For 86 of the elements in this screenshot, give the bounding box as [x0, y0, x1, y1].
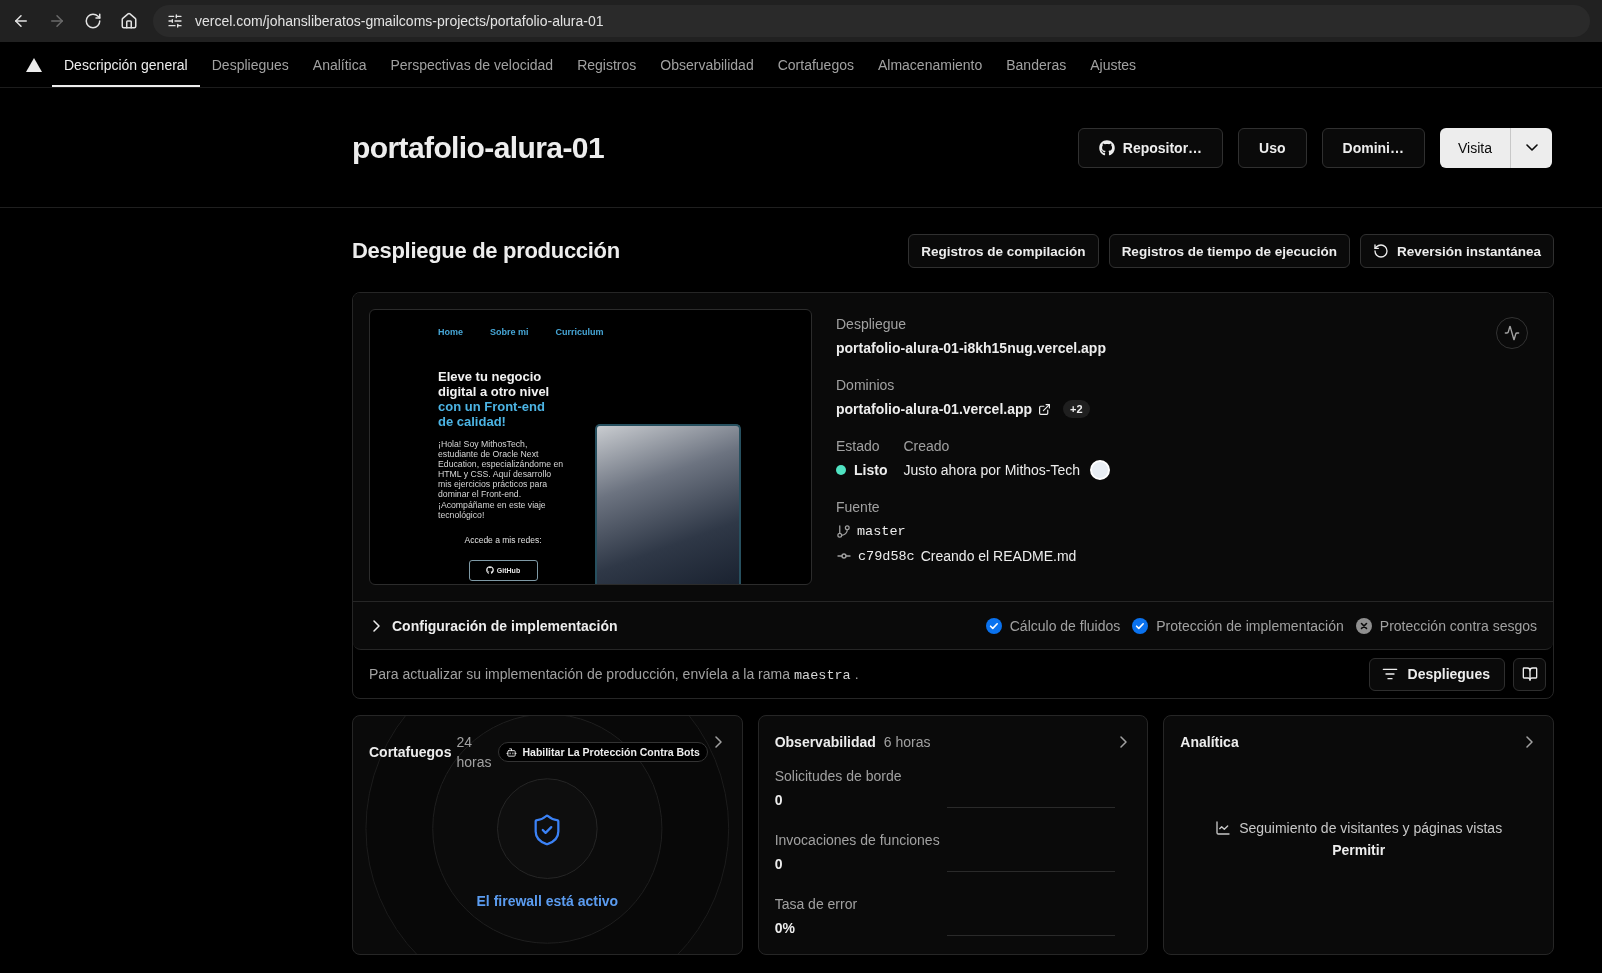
field-label: Estado — [836, 437, 881, 456]
nav-tab[interactable]: Almacenamiento — [865, 42, 995, 87]
preview-headline: Eleve tu negocio digital a otro nivel con un Front-end de calidad! — [438, 369, 551, 429]
instant-rollback-button[interactable]: Reversión instantánea — [1359, 234, 1554, 268]
visit-menu-button[interactable] — [1511, 127, 1552, 168]
enable-analytics-link[interactable]: Permitir — [1332, 842, 1386, 858]
observability-card[interactable]: Observabilidad 6 horas Solicitudes de borde 0 Invocaciones de funciones 0 Tasa de error 0% — [757, 715, 1149, 955]
metric-label: Invocaciones de funciones — [774, 831, 940, 850]
chevron-right-icon — [1526, 736, 1533, 748]
project-title: portafolio-alura-01 — [352, 130, 604, 165]
external-link-icon[interactable] — [1038, 402, 1052, 416]
build-logs-button[interactable]: Registros de compilación — [908, 234, 1099, 268]
nav-tab[interactable]: Perspectivas de velocidad — [378, 42, 566, 87]
github-icon — [1098, 139, 1115, 156]
chevron-down-icon — [1525, 144, 1538, 151]
arrow-right-icon — [48, 12, 66, 30]
nav-tab[interactable]: Banderas — [994, 42, 1079, 87]
site-settings-icon[interactable] — [167, 13, 183, 29]
deployment-config-toggle[interactable]: Configuración de implementación — [373, 617, 618, 634]
status-text: Listo — [854, 462, 888, 478]
preview-nav-link: Sobre mi — [490, 327, 529, 337]
analytics-card[interactable]: Analítica Seguimiento de visitantes y páginas vistas Permitir — [1163, 715, 1554, 955]
preview-intro: ¡Hola! Soy MithosTech, estudiante de Oracle Next Education, especializándome en HTML y CSS. Aquí desarrollo mis ejercicios prácticos para dominar el Front-end. ¡Acompáñame en este viaje tecnológico! — [438, 439, 564, 520]
address-bar[interactable]: vercel.com/johansliberatos-gmailcoms-projects/portafolio-alura-01 — [153, 5, 1590, 37]
metric-value: 0 — [774, 855, 784, 874]
website-preview[interactable] — [369, 309, 812, 585]
metric-label: Solicitudes de borde — [774, 767, 902, 786]
chevron-right-icon — [714, 736, 722, 748]
nav-tab[interactable]: Cortafuegos — [765, 42, 866, 87]
branch-name[interactable]: master — [857, 523, 906, 539]
usage-button[interactable]: Uso — [1238, 127, 1307, 168]
period-text: 24 horas — [456, 733, 493, 772]
activity-icon[interactable] — [1496, 317, 1528, 349]
domains-button[interactable]: Domini… — [1321, 127, 1425, 168]
enable-bot-protection-button[interactable]: Habilitar La Protección Contra Bots — [498, 742, 708, 762]
book-icon — [1521, 666, 1538, 682]
deployment-url[interactable]: portafolio-alura-01-i8kh15nug.vercel.app — [836, 340, 1106, 356]
analytics-message: Seguimiento de visitantes y páginas vistas — [1239, 820, 1503, 836]
nav-tab[interactable]: Observabilidad — [648, 42, 766, 87]
preview-social-label: Accede a mis redes: — [464, 534, 542, 545]
branch-icon — [836, 523, 851, 539]
card-title: Analítica — [1180, 733, 1239, 752]
card-title: Observabilidad — [774, 733, 876, 752]
preview-nav-link: Curriculum — [555, 327, 604, 337]
feature-label: Cálculo de fluidos — [1009, 617, 1121, 634]
field-label: Fuente — [836, 498, 881, 517]
metric-label: Tasa de error — [774, 895, 858, 914]
nav-tab[interactable]: Analítica — [300, 42, 379, 87]
metric-value: 0 — [774, 791, 784, 810]
section-title: Despliegue de producción — [352, 238, 620, 264]
firewall-status-text: El firewall está activo — [476, 893, 619, 909]
domain-count-badge[interactable]: +2 — [1063, 400, 1090, 418]
deployments-button[interactable]: Despliegues — [1368, 657, 1505, 691]
created-text: Justo ahora por Mithos-Tech — [903, 462, 1081, 478]
field-label: Despliegue — [836, 315, 908, 334]
undo-icon — [1372, 243, 1389, 259]
robot-icon — [506, 746, 518, 758]
field-label: Creado — [903, 437, 951, 456]
visit-button[interactable]: Visita — [1440, 127, 1511, 168]
domain-link[interactable]: portafolio-alura-01.vercel.app — [836, 401, 1033, 417]
docs-button[interactable] — [1513, 657, 1546, 691]
github-icon — [485, 566, 494, 575]
url-text: vercel.com/johansliberatos-gmailcoms-projects/portafolio-alura-01 — [195, 13, 604, 29]
nav-tab[interactable]: Despliegues — [199, 42, 301, 87]
production-hint: Para actualizar su implementación de producción, envíela a la rama maestra . — [369, 665, 859, 683]
home-icon — [120, 12, 138, 30]
runtime-logs-button[interactable]: Registros de tiempo de ejecución — [1108, 234, 1350, 268]
commit-message: Creando el README.md — [920, 548, 1077, 564]
filter-icon — [1381, 666, 1398, 682]
triangle-logo-icon[interactable] — [26, 57, 42, 72]
feature-label: Protección de implementación — [1156, 617, 1344, 634]
avatar-icon — [1090, 460, 1111, 480]
field-label: Dominios — [836, 376, 896, 395]
nav-tab[interactable]: Descripción general — [52, 42, 200, 87]
feature-label: Protección contra sesgos — [1379, 617, 1537, 634]
repository-button[interactable]: Repositor… — [1077, 127, 1224, 168]
card-title: Cortafuegos — [369, 743, 452, 762]
commit-hash[interactable]: c79d58c — [858, 548, 915, 564]
preview-nav-link: Home — [438, 327, 463, 337]
period-text: 6 horas — [883, 733, 931, 752]
chevron-right-icon — [1120, 736, 1128, 748]
reload-icon — [84, 12, 102, 30]
metric-value: 0% — [774, 919, 796, 938]
nav-tab[interactable]: Ajustes — [1078, 42, 1149, 87]
nav-tab[interactable]: Registros — [565, 42, 649, 87]
line-chart-icon — [1215, 820, 1232, 836]
